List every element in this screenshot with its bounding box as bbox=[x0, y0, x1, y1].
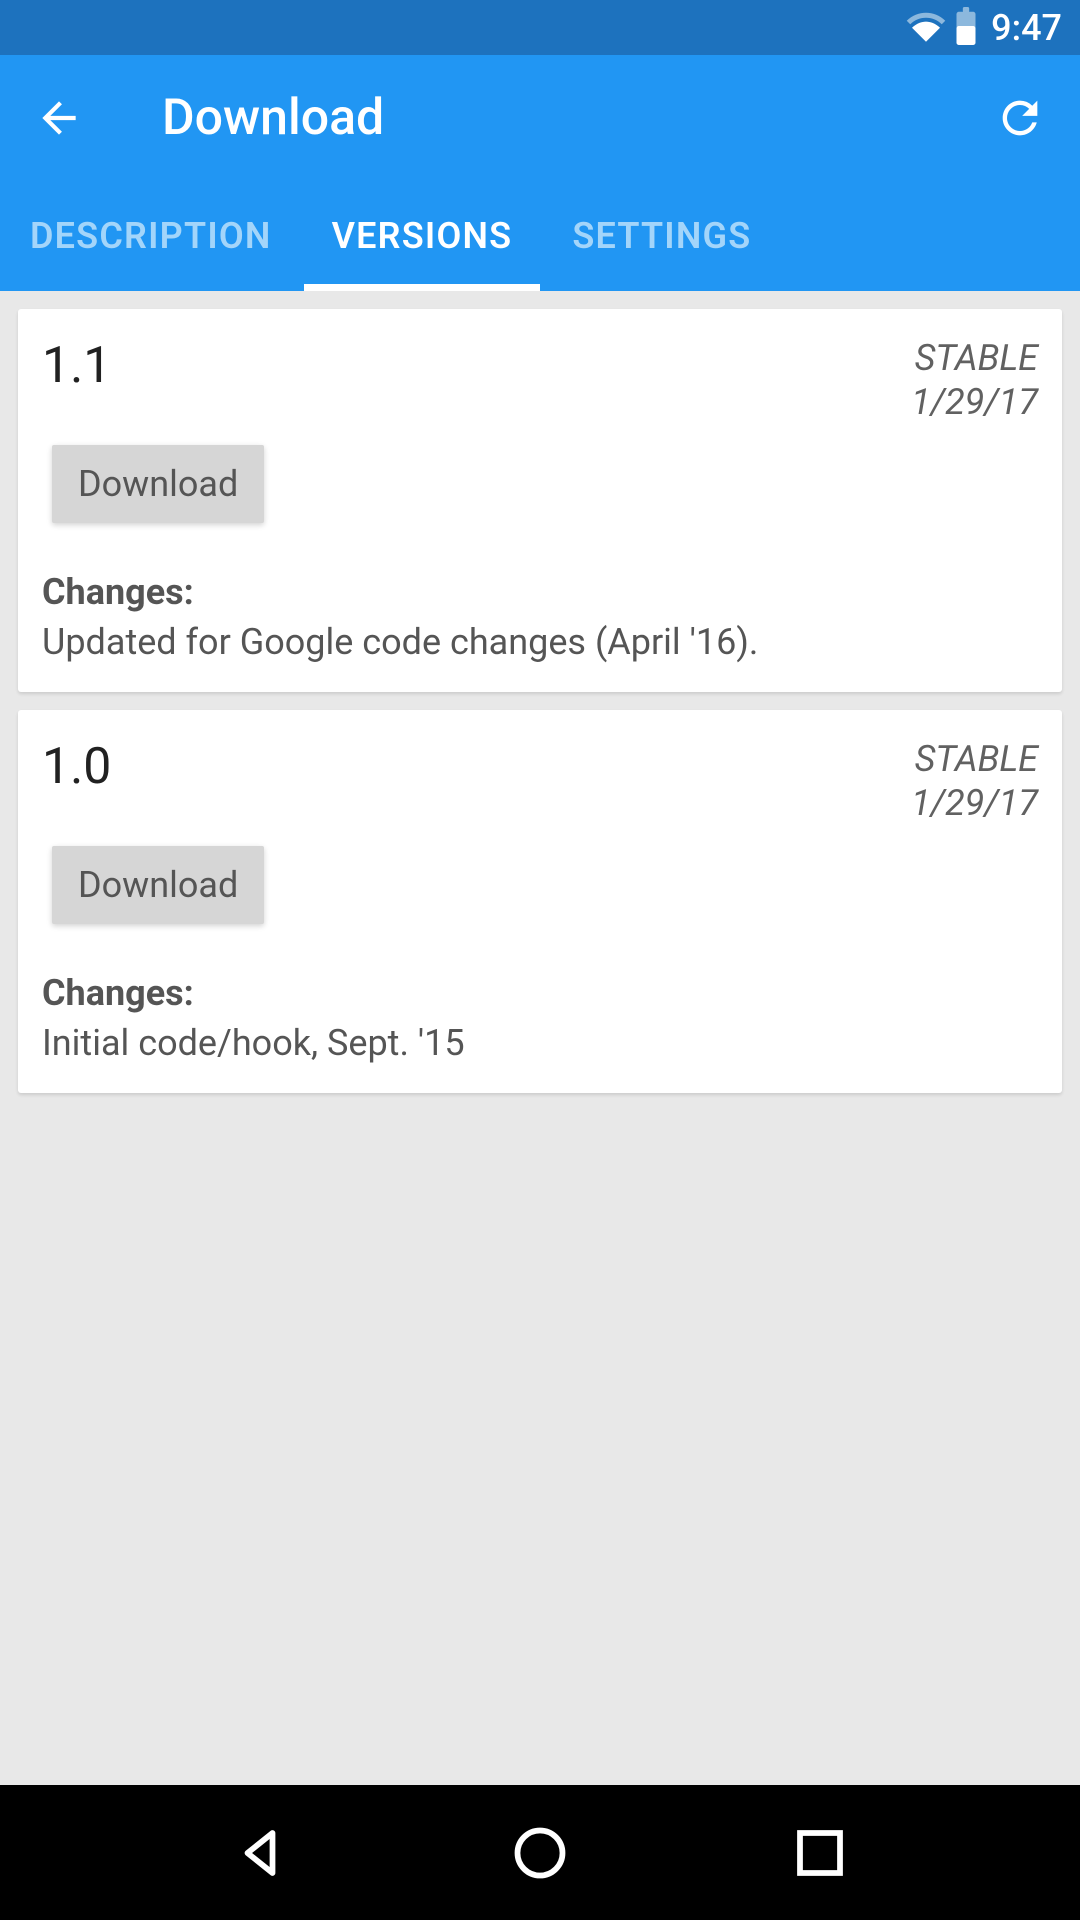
wifi-icon bbox=[905, 5, 947, 51]
changes-label: Changes: bbox=[42, 972, 1038, 1014]
refresh-button[interactable] bbox=[994, 92, 1046, 144]
nav-home-button[interactable] bbox=[510, 1823, 570, 1883]
card-header: 1.1 STABLE 1/29/17 bbox=[42, 337, 1038, 423]
status-bar: 9:47 bbox=[0, 0, 1080, 55]
app-bar: Download DESCRIPTION VERSIONS SETTINGS bbox=[0, 55, 1080, 291]
version-meta: STABLE 1/29/17 bbox=[911, 738, 1038, 824]
changes-section: Changes: Initial code/hook, Sept. '15 bbox=[42, 972, 1038, 1067]
page-title: Download bbox=[162, 89, 994, 147]
stability-label: STABLE bbox=[911, 738, 1038, 780]
nav-back-button[interactable] bbox=[230, 1823, 290, 1883]
version-number: 1.0 bbox=[42, 738, 111, 796]
tab-label: SETTINGS bbox=[572, 215, 751, 257]
card-header: 1.0 STABLE 1/29/17 bbox=[42, 738, 1038, 824]
version-number: 1.1 bbox=[42, 337, 111, 395]
changes-text: Updated for Google code changes (April '… bbox=[42, 619, 1038, 666]
changes-text: Initial code/hook, Sept. '15 bbox=[42, 1020, 1038, 1067]
tab-label: VERSIONS bbox=[332, 215, 513, 257]
stability-label: STABLE bbox=[911, 337, 1038, 379]
release-date: 1/29/17 bbox=[911, 381, 1038, 423]
version-meta: STABLE 1/29/17 bbox=[911, 337, 1038, 423]
release-date: 1/29/17 bbox=[911, 782, 1038, 824]
version-card: 1.0 STABLE 1/29/17 Download Changes: Ini… bbox=[18, 710, 1062, 1093]
changes-label: Changes: bbox=[42, 571, 1038, 613]
battery-icon bbox=[955, 7, 977, 49]
download-button[interactable]: Download bbox=[52, 445, 264, 523]
tab-settings[interactable]: SETTINGS bbox=[542, 181, 781, 291]
toolbar: Download bbox=[0, 55, 1080, 181]
tab-label: DESCRIPTION bbox=[30, 215, 272, 257]
tab-description[interactable]: DESCRIPTION bbox=[0, 181, 302, 291]
status-time: 9:47 bbox=[991, 7, 1062, 49]
changes-section: Changes: Updated for Google code changes… bbox=[42, 571, 1038, 666]
nav-recents-button[interactable] bbox=[790, 1823, 850, 1883]
tab-versions[interactable]: VERSIONS bbox=[302, 181, 543, 291]
download-button[interactable]: Download bbox=[52, 846, 264, 924]
back-button[interactable] bbox=[34, 93, 84, 143]
version-card: 1.1 STABLE 1/29/17 Download Changes: Upd… bbox=[18, 309, 1062, 692]
tabs: DESCRIPTION VERSIONS SETTINGS bbox=[0, 181, 1080, 291]
navigation-bar bbox=[0, 1785, 1080, 1920]
content: 1.1 STABLE 1/29/17 Download Changes: Upd… bbox=[0, 291, 1080, 1129]
